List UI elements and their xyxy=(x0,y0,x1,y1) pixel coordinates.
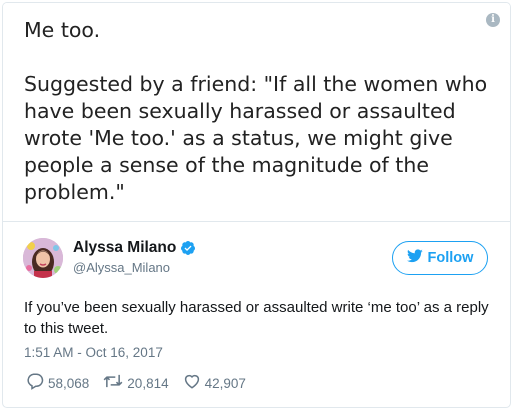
reply-icon xyxy=(26,372,44,395)
like-count: 42,907 xyxy=(204,376,246,391)
tweet-timestamp[interactable]: 1:51 AM - Oct 16, 2017 xyxy=(24,345,163,360)
author-name[interactable]: Alyssa Milano xyxy=(73,239,176,257)
twitter-bird-icon xyxy=(406,248,423,268)
retweet-count: 20,814 xyxy=(127,376,169,391)
retweet-action[interactable]: 20,814 xyxy=(103,372,169,395)
image-text: Me too. Suggested by a friend: "If all t… xyxy=(24,17,494,206)
info-icon[interactable]: i xyxy=(486,13,500,27)
verified-badge-icon xyxy=(180,240,196,256)
tweet-text: If you’ve been sexually harassed or assa… xyxy=(24,299,489,337)
tweet-actions: 58,068 20,814 42,907 xyxy=(26,372,260,395)
image-line-me-too: Me too. xyxy=(24,18,101,42)
image-para-line: people a sense of the magnitude of the xyxy=(24,153,429,177)
tweet-card: Me too. Suggested by a friend: "If all t… xyxy=(2,2,511,408)
tweet-image[interactable]: Me too. Suggested by a friend: "If all t… xyxy=(3,3,510,222)
image-para-line: problem." xyxy=(24,180,125,204)
author-handle[interactable]: @Alyssa_Milano xyxy=(73,260,196,275)
like-action[interactable]: 42,907 xyxy=(183,372,246,395)
author-block[interactable]: Alyssa Milano @Alyssa_Milano xyxy=(73,238,196,275)
image-para-line: have been sexually harassed or assaulted xyxy=(24,99,456,123)
image-para-line: wrote 'Me too.' as a status, we might gi… xyxy=(24,126,453,150)
heart-icon xyxy=(183,372,201,395)
avatar[interactable] xyxy=(23,238,63,278)
follow-button[interactable]: Follow xyxy=(392,241,488,275)
reply-action[interactable]: 58,068 xyxy=(26,372,89,395)
follow-label: Follow xyxy=(427,250,474,266)
retweet-icon xyxy=(103,372,123,395)
reply-count: 58,068 xyxy=(48,376,90,391)
image-para-line: Suggested by a friend: "If all the women… xyxy=(24,72,488,96)
